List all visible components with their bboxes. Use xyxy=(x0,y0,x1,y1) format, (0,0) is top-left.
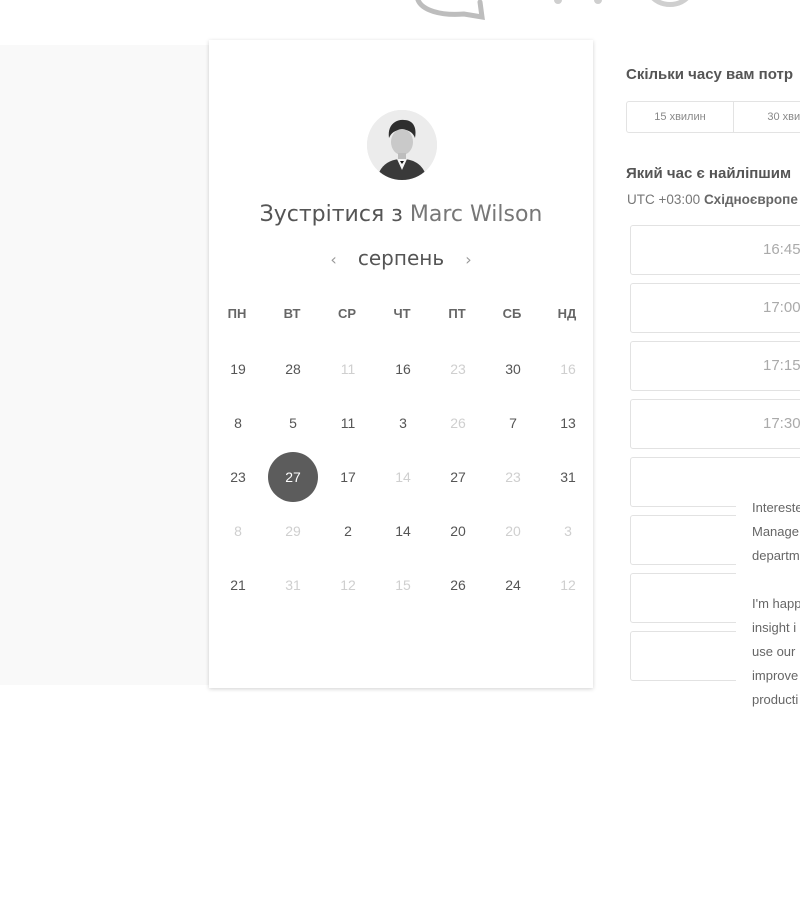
calendar-day[interactable]: 30 xyxy=(488,344,538,394)
time-slot-label: 17:15 xyxy=(763,357,800,374)
weekday-label: ЧТ xyxy=(393,306,411,321)
bio-line: I'm happ xyxy=(752,596,800,611)
calendar-day: 26 xyxy=(450,415,466,431)
calendar-day: 12 xyxy=(560,577,576,593)
bio-line: departm xyxy=(752,548,800,563)
timezone-offset: UTC +03:00 xyxy=(627,192,701,207)
calendar-day[interactable]: 27 xyxy=(433,452,483,502)
duration-tab-30[interactable]: 30 хвил xyxy=(734,102,800,132)
timezone-label: UTC +03:00 Східноєвропе xyxy=(627,192,798,207)
time-slot-label: 17:00 xyxy=(763,299,800,316)
avatar xyxy=(367,110,437,180)
timezone-name: Східноєвропе xyxy=(703,192,798,207)
weekday-label: ВТ xyxy=(283,306,301,321)
calendar-day[interactable]: 7 xyxy=(488,398,538,448)
bio-line: insight i xyxy=(752,620,797,635)
time-slot[interactable]: 17:15 xyxy=(630,341,800,391)
left-background-panel xyxy=(0,45,210,685)
time-slot[interactable]: 17:30 xyxy=(630,399,800,449)
person-name: Marc Wilson xyxy=(409,202,543,227)
calendar-day: 16 xyxy=(560,361,576,377)
calendar-day[interactable]: 26 xyxy=(433,560,483,610)
duration-tab-15[interactable]: 15 хвилин xyxy=(627,102,734,132)
card-title: Зустрітися з Marc Wilson xyxy=(209,202,593,227)
calendar-day: 12 xyxy=(340,577,356,593)
month-navigation: ‹ серпень › xyxy=(209,246,593,270)
calendar-day: 11 xyxy=(340,361,356,377)
weekday-label: ПТ xyxy=(448,306,466,321)
calendar-day: 3 xyxy=(564,523,572,539)
calendar-day[interactable]: 13 xyxy=(543,398,593,448)
calendar-day: 20 xyxy=(505,523,521,539)
title-prefix: Зустрітися з xyxy=(259,202,403,227)
brand-logo xyxy=(400,0,720,20)
calendar-day: 31 xyxy=(285,577,301,593)
bio-line: use our xyxy=(752,644,796,659)
bio-line: Intereste xyxy=(752,500,800,515)
time-slot[interactable]: 16:45 xyxy=(630,225,800,275)
calendar-day: 15 xyxy=(395,577,411,593)
weekday-label: СБ xyxy=(502,306,522,321)
calendar-day-selected[interactable]: 27 xyxy=(268,452,318,502)
calendar-day: 8 xyxy=(234,523,242,539)
weekday-label: ПН xyxy=(227,306,247,321)
time-slot-label: 17:30 xyxy=(763,415,800,432)
bio-line: producti xyxy=(752,692,799,707)
calendar-day[interactable]: 16 xyxy=(378,344,428,394)
calendar-day: 14 xyxy=(395,469,411,485)
calendar-day[interactable]: 23 xyxy=(213,452,263,502)
person-avatar-icon xyxy=(367,110,437,180)
time-question: Який час є найліпшим xyxy=(626,165,792,182)
chevron-left-icon[interactable]: ‹ xyxy=(320,250,348,269)
calendar-day[interactable]: 28 xyxy=(268,344,318,394)
calendar-day: 29 xyxy=(285,523,301,539)
bio-line: Manage xyxy=(752,524,799,539)
calendar-day[interactable]: 3 xyxy=(378,398,428,448)
booking-calendar-card: Зустрітися з Marc Wilson ‹ серпень › ПН В… xyxy=(209,40,593,688)
time-slot[interactable]: 17:00 xyxy=(630,283,800,333)
calendar-day[interactable]: 11 xyxy=(323,398,373,448)
calendar-day[interactable]: 31 xyxy=(543,452,593,502)
time-slot-label: 16:45 xyxy=(763,241,800,258)
chevron-right-icon[interactable]: › xyxy=(454,250,482,269)
calendar-day[interactable]: 20 xyxy=(433,506,483,556)
calendar-day[interactable]: 19 xyxy=(213,344,263,394)
calendar-day[interactable]: 24 xyxy=(488,560,538,610)
bio-line: improve xyxy=(752,668,799,683)
calendar-day[interactable]: 21 xyxy=(213,560,263,610)
bio-overlay: Intereste Manage departm I'm happ insight i u… xyxy=(736,488,800,716)
calendar-day: 23 xyxy=(450,361,466,377)
calendar-day[interactable]: 17 xyxy=(323,452,373,502)
calendar-day[interactable]: 14 xyxy=(378,506,428,556)
calendar-day: 23 xyxy=(505,469,521,485)
duration-question: Скільки часу вам потр xyxy=(626,66,794,83)
calendar-day[interactable]: 8 xyxy=(213,398,263,448)
calendar-day[interactable]: 5 xyxy=(268,398,318,448)
weekday-label: НД xyxy=(557,306,577,321)
duration-tabs: 15 хвилин 30 хвил xyxy=(626,101,800,133)
calendar-day[interactable]: 2 xyxy=(323,506,373,556)
weekday-label: СР xyxy=(337,306,357,321)
month-label: серпень xyxy=(357,246,445,270)
